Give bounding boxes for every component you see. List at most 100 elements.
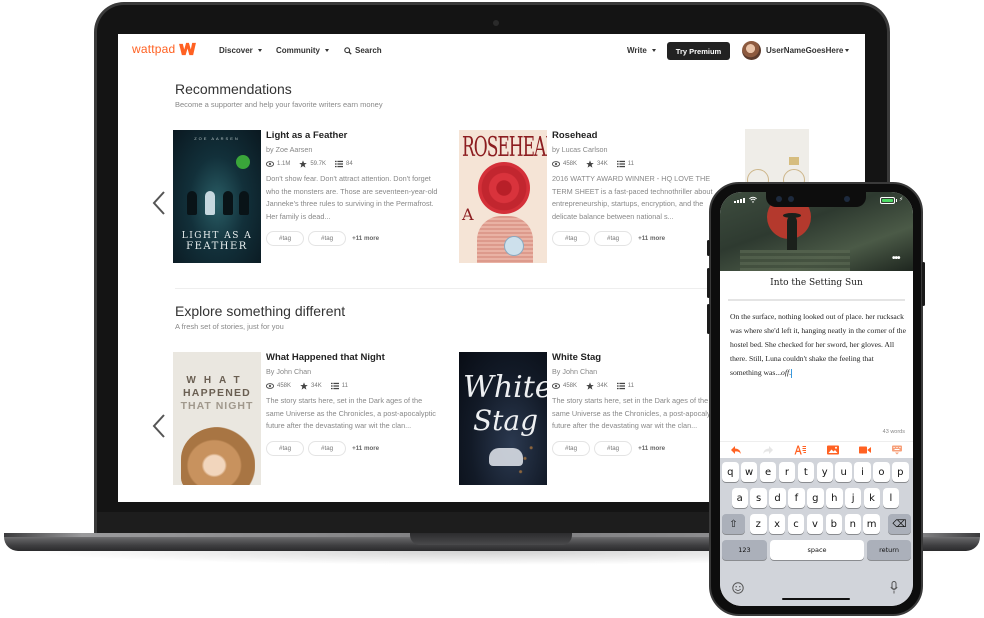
space-key[interactable]: space [770,540,864,560]
key-l[interactable]: l [882,488,900,508]
hide-keyboard-icon[interactable] [891,445,903,455]
book-card[interactable]: ZOE AARSEN LIGHT AS A FEATHER Light as a… [173,130,453,265]
book-card[interactable]: White Stag White Stag By John Chan 458K … [459,352,739,487]
delete-key[interactable]: ⌫ [888,514,911,534]
discover-menu[interactable]: Discover [219,46,262,55]
wattpad-logo[interactable]: wattpad [132,41,197,56]
book-author[interactable]: by Zoe Aarsen [266,145,446,154]
book-cover[interactable]: WHAT HAPPENED THAT NIGHT [173,352,261,485]
keyboard-row: 123 space return [720,540,913,561]
book-author[interactable]: By John Chan [266,367,446,376]
more-options-icon[interactable]: ••• [892,253,900,264]
key-t[interactable]: t [797,462,815,482]
votes-stat: 34K [586,160,608,168]
more-tags-link[interactable]: +11 more [638,445,665,452]
microphone-icon[interactable] [890,581,898,594]
book-card[interactable]: ROSEHEAD A Rosehead by Lucas Carlson 458… [459,130,739,265]
key-x[interactable]: x [768,514,786,534]
search-button[interactable]: Search [344,46,382,55]
tag-chip[interactable]: #tag [552,231,591,246]
key-h[interactable]: h [826,488,843,508]
key-b[interactable]: b [825,514,843,534]
book-tags: #tag #tag +11 more [552,440,732,456]
undo-icon[interactable] [730,445,742,455]
key-s[interactable]: s [750,488,767,508]
list-icon [616,382,625,390]
book-cover-partial[interactable] [745,129,809,191]
key-u[interactable]: u [835,462,852,482]
text-format-icon[interactable] [794,445,807,455]
redo-icon[interactable] [762,445,774,455]
key-z[interactable]: z [750,514,767,534]
cover-stag [489,448,523,466]
book-info: Light as a Feather by Zoe Aarsen 1.1M 59… [266,130,446,246]
book-cover[interactable]: White Stag [459,352,547,485]
user-menu[interactable]: UserNameGoesHere [766,46,850,55]
cover-figure [239,191,249,215]
tag-chip[interactable]: #tag [308,440,347,456]
key-i[interactable]: i [854,462,871,482]
key-m[interactable]: m [863,514,880,534]
key-w[interactable]: w [740,462,758,482]
key-d[interactable]: d [769,488,786,508]
tag-chip[interactable]: #tag [552,440,591,456]
votes-count: 34K [597,383,608,389]
key-e[interactable]: e [759,462,777,482]
key-y[interactable]: y [816,462,833,482]
numbers-key[interactable]: 123 [722,540,767,560]
key-j[interactable]: j [844,488,862,508]
top-nav: wattpad Discover Community Search Write … [118,34,865,68]
book-cover[interactable]: ZOE AARSEN LIGHT AS A FEATHER [173,130,261,263]
key-a[interactable]: a [731,488,748,508]
emoji-icon[interactable] [732,582,744,594]
book-card[interactable]: WHAT HAPPENED THAT NIGHT What Happened t… [173,352,453,487]
book-title[interactable]: White Stag [552,352,732,363]
search-icon [344,46,352,55]
front-sensor [788,196,794,202]
chevron-down-icon [651,49,656,52]
key-v[interactable]: v [806,514,824,534]
book-title[interactable]: Rosehead [552,130,732,141]
community-menu[interactable]: Community [276,46,329,55]
key-q[interactable]: q [722,462,739,482]
carousel-prev-icon[interactable] [152,413,166,439]
book-title[interactable]: What Happened that Night [266,352,446,363]
hero-samurai [787,216,797,250]
book-stats: 458K 34K 11 [552,382,732,390]
more-tags-link[interactable]: +11 more [638,235,665,242]
cover-title-line: White [463,370,547,405]
tag-chip[interactable]: #tag [594,440,633,456]
key-p[interactable]: p [892,462,909,482]
return-key[interactable]: return [867,540,911,560]
shift-key[interactable]: ⇧ [722,514,745,534]
tag-chip[interactable]: #tag [308,231,347,246]
try-premium-button[interactable]: Try Premium [667,42,730,60]
book-title[interactable]: Light as a Feather [266,130,446,141]
write-menu[interactable]: Write [627,46,656,55]
key-f[interactable]: f [788,488,805,508]
more-tags-link[interactable]: +11 more [352,235,379,242]
book-cover[interactable]: ROSEHEAD A [459,130,547,263]
insert-image-icon[interactable] [826,445,839,455]
story-text-editor[interactable]: On the surface, nothing looked out of pl… [730,310,906,380]
key-n[interactable]: n [844,514,861,534]
key-o[interactable]: o [873,462,890,482]
story-title[interactable]: Into the Setting Sun [720,278,913,288]
avatar[interactable] [742,41,761,60]
tag-chip[interactable]: #tag [266,231,305,246]
tag-chip[interactable]: #tag [266,440,305,456]
tag-chip[interactable]: #tag [594,231,633,246]
home-indicator[interactable] [782,598,850,600]
laptop-camera [493,20,499,26]
key-c[interactable]: c [787,514,805,534]
book-author[interactable]: by Lucas Carlson [552,145,732,154]
eye-icon [266,161,274,167]
key-r[interactable]: r [778,462,796,482]
cover-figure [205,191,215,215]
key-g[interactable]: g [807,488,824,508]
book-author[interactable]: By John Chan [552,367,732,376]
key-k[interactable]: k [863,488,881,508]
more-tags-link[interactable]: +11 more [352,445,379,452]
carousel-prev-icon[interactable] [152,190,166,216]
insert-video-icon[interactable] [858,445,871,455]
